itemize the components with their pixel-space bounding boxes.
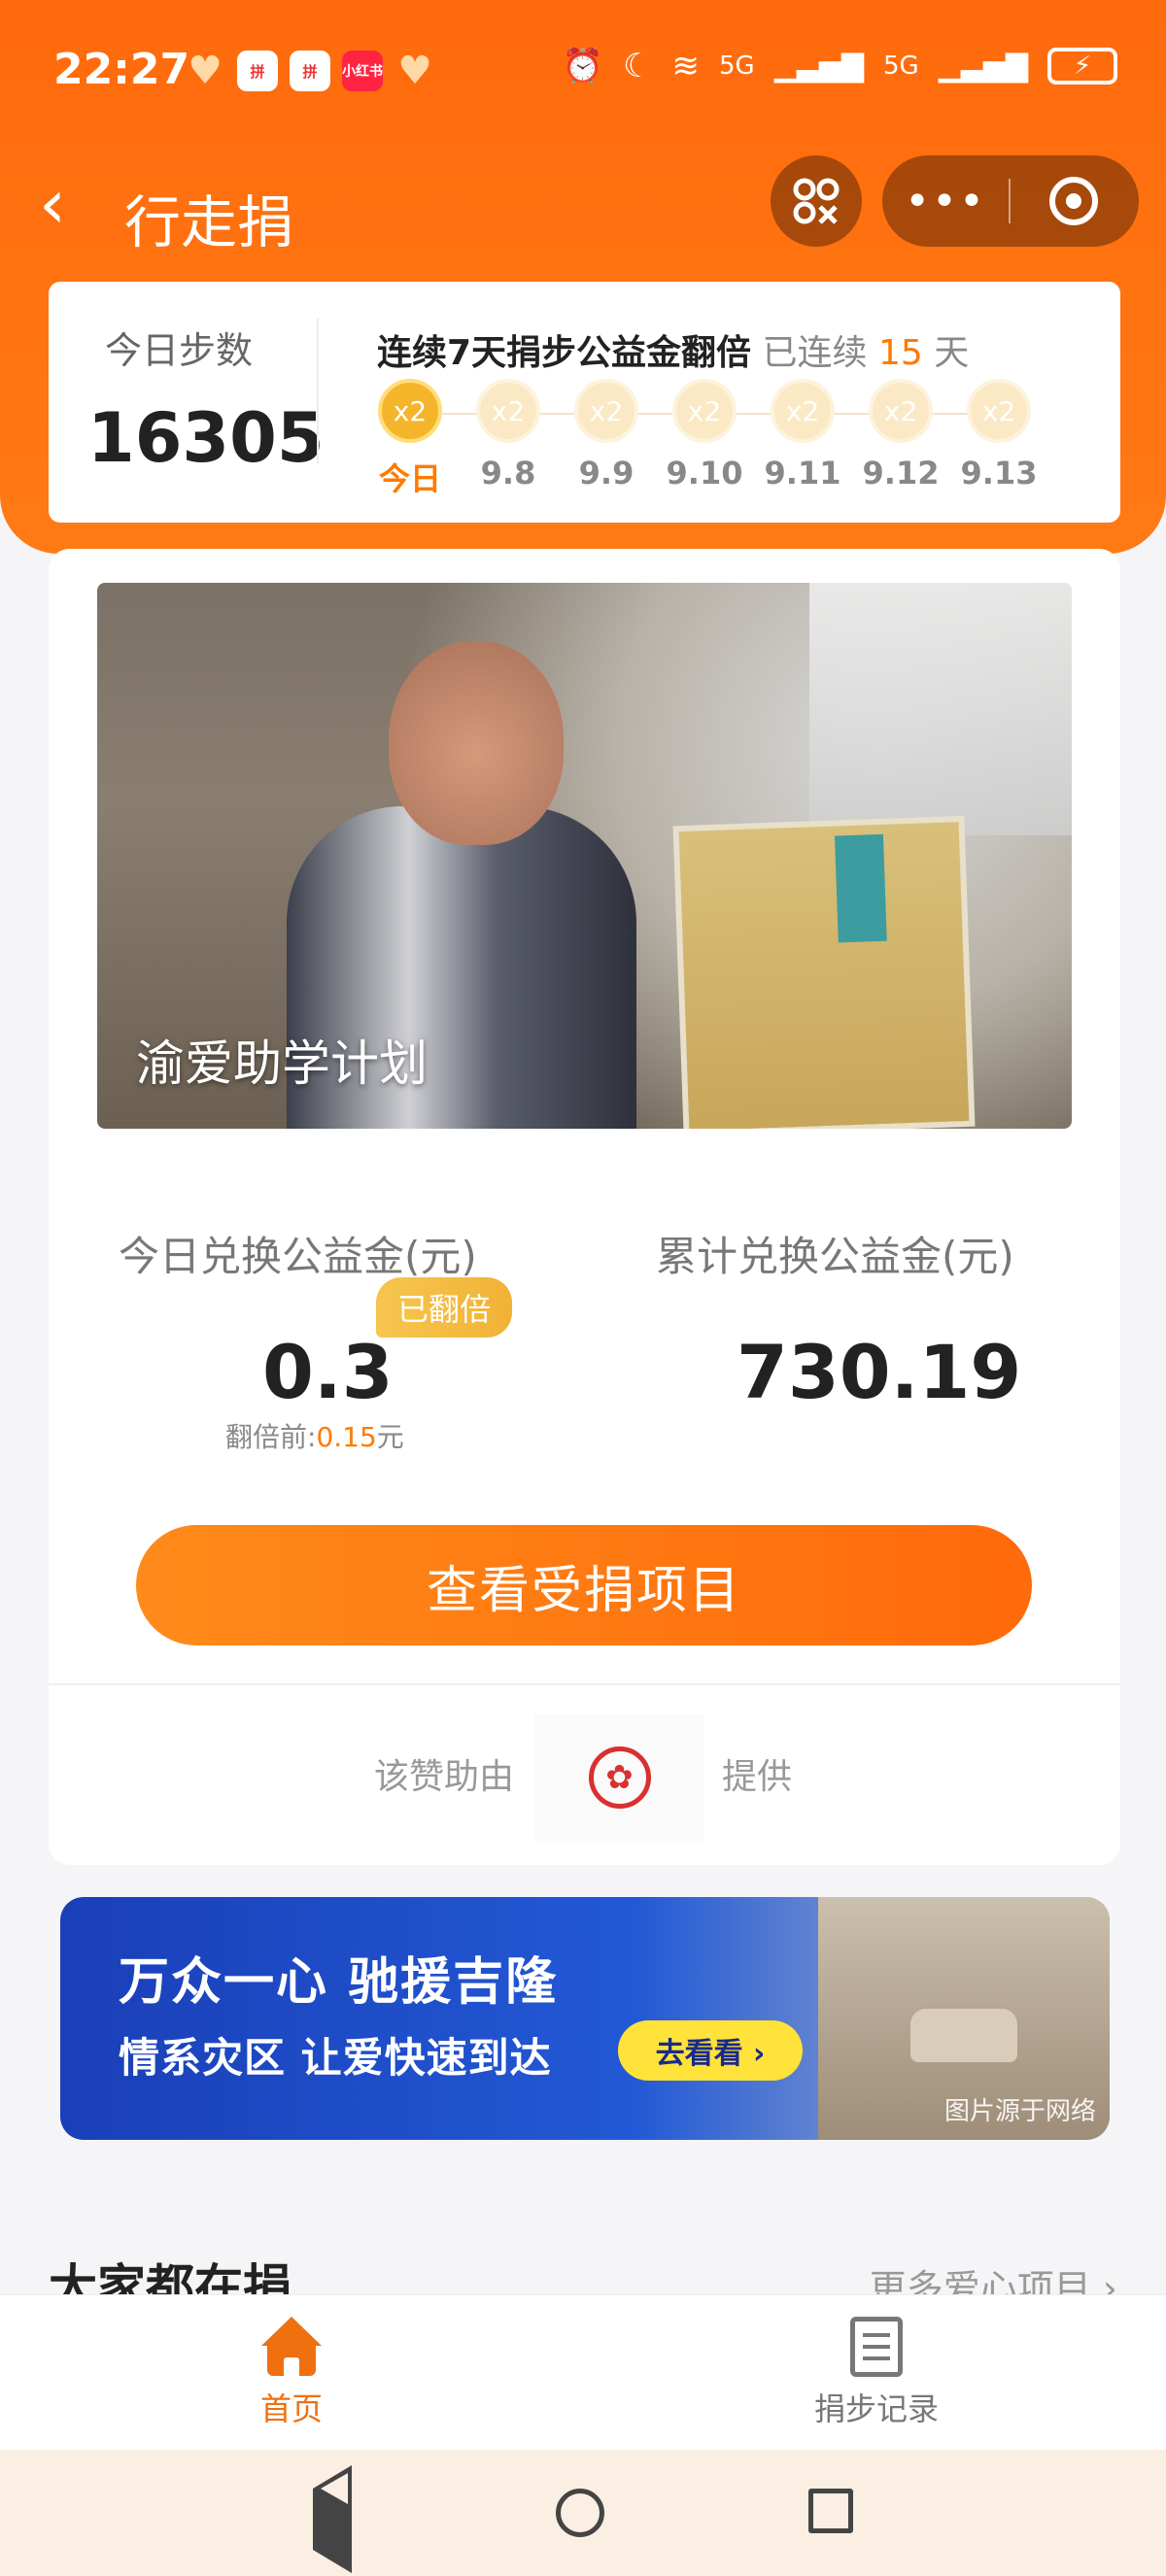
charity-emblem-icon: ✿	[588, 1746, 651, 1809]
status-bar: 22:27 ♥ 拼 拼 小红书 ♥ ⏰ ☾ ≋ 5G ▁▃▅▇ 5G ▁▃▅▇ …	[0, 0, 1166, 146]
streak-day-label: 9.12	[862, 455, 940, 491]
xiaohongshu-icon: 小红书	[342, 51, 383, 91]
streak-day-label: 今日	[378, 460, 441, 497]
tab-home-label: 首页	[259, 2390, 323, 2427]
streak-days-row: x2 今日 x2 9.8 x2 9.9 x2 9.10 x2 9.11 x2 9…	[377, 379, 1084, 497]
heart-app-icon: ♥	[188, 49, 223, 93]
before-double-unit: 元	[376, 1421, 404, 1453]
sponsor-prefix: 该赞助由	[374, 1757, 515, 1797]
before-double-prefix: 翻倍前:	[225, 1421, 317, 1453]
signal-5g-icon: 5G	[719, 51, 755, 81]
signal-bars-icon: ▁▃▅▇	[938, 49, 1028, 84]
status-time: 22:27	[53, 45, 190, 94]
back-triangle-icon	[313, 2465, 352, 2573]
double-coin-icon: x2	[476, 379, 540, 443]
streak-prefix: 已连续	[762, 333, 868, 373]
banner-source-note: 图片源于网络	[943, 2097, 1096, 2126]
double-coin-icon: x2	[672, 379, 737, 443]
streak-days: 15	[877, 333, 923, 373]
system-back-button[interactable]	[313, 2465, 352, 2573]
today-points-value: 0.3	[262, 1329, 394, 1415]
notification-icons: ♥ 拼 拼 小红书 ♥	[185, 49, 435, 93]
close-miniapp-button[interactable]	[1011, 177, 1137, 225]
today-points-label: 今日兑换公益金(元)	[119, 1233, 477, 1280]
total-points-label: 累计兑换公益金(元)	[656, 1233, 1014, 1280]
home-icon	[261, 2317, 322, 2377]
back-chevron-icon[interactable]: ‹	[39, 170, 66, 238]
tab-bar: 首页 捐步记录	[0, 2294, 1166, 2450]
double-coin-icon: x2	[378, 379, 442, 443]
steps-divider	[317, 319, 319, 464]
page-title: 行走捐	[124, 189, 294, 255]
banner-car-image	[910, 2009, 1017, 2062]
sponsor-row: 该赞助由 ✿ 提供	[49, 1710, 1120, 1841]
sponsor-divider	[49, 1683, 1120, 1685]
system-icons: ⏰ ☾ ≋ 5G ▁▃▅▇ 5G ▁▃▅▇ ⚡	[563, 47, 1117, 85]
banner-headline: 万众一心 驰援吉隆	[119, 1953, 559, 2012]
signal-5g-icon: 5G	[883, 51, 919, 81]
relief-banner[interactable]: 万众一心 驰援吉隆 情系灾区 让爱快速到达 去看看 › 图片源于网络	[60, 1897, 1110, 2140]
miniapp-capsule: •••	[882, 155, 1139, 247]
pinduoduo-icon: 拼	[237, 51, 278, 91]
double-coin-icon: x2	[574, 379, 638, 443]
streak-day: x2 9.10	[656, 379, 753, 491]
banner-subline: 情系灾区 让爱快速到达	[119, 2034, 552, 2082]
before-double-note: 翻倍前:0.15元	[225, 1416, 404, 1455]
streak-title: 连续7天捐步公益金翻倍	[377, 333, 752, 373]
tab-home[interactable]: 首页	[175, 2317, 408, 2429]
recents-square-icon	[808, 2489, 853, 2533]
total-points-value: 730.19	[737, 1329, 1022, 1415]
before-double-value: 0.15	[316, 1421, 377, 1453]
nav-bar: ‹ 行走捐 •••	[0, 155, 1166, 255]
streak-unit: 天	[934, 333, 970, 373]
battery-charging-icon: ⚡	[1047, 48, 1117, 85]
double-coin-icon: x2	[869, 379, 933, 443]
project-caption: 渝爱助学计划	[136, 1035, 428, 1092]
doubled-badge: 已翻倍	[376, 1277, 512, 1338]
pinduoduo-icon: 拼	[290, 51, 330, 91]
photo-child-head	[389, 641, 564, 845]
streak-day: x2 9.8	[460, 379, 557, 491]
streak-day: x2 9.11	[754, 379, 851, 491]
streak-day: x2 9.12	[852, 379, 949, 491]
banner-go-button[interactable]: 去看看 ›	[618, 2020, 803, 2081]
system-recents-button[interactable]	[808, 2489, 853, 2533]
more-options-button[interactable]: •••	[882, 177, 1009, 226]
streak-day-label: 9.8	[480, 455, 536, 491]
system-home-button[interactable]	[556, 2489, 604, 2537]
streak-day-label: 9.9	[578, 455, 634, 491]
heart-app-icon: ♥	[397, 49, 432, 93]
streak-day: x2 9.9	[558, 379, 655, 491]
alarm-icon: ⏰	[562, 47, 604, 85]
streak-day: x2 今日	[361, 379, 459, 499]
scan-icon	[793, 178, 840, 224]
project-photo[interactable]: 渝爱助学计划	[97, 583, 1072, 1129]
streak-day-label: 9.10	[666, 455, 743, 491]
home-circle-icon	[556, 2489, 604, 2537]
double-coin-icon: x2	[771, 379, 835, 443]
streak-day-label: 9.13	[960, 455, 1038, 491]
view-projects-button[interactable]: 查看受捐项目	[136, 1525, 1032, 1645]
moon-icon: ☾	[623, 47, 653, 85]
steps-label: 今日步数	[105, 329, 254, 372]
donation-card: 渝爱助学计划 今日兑换公益金(元) 0.3 已翻倍 翻倍前:0.15元 累计兑换…	[49, 549, 1120, 1865]
photo-background-wall	[809, 583, 1072, 835]
signal-bars-icon: ▁▃▅▇	[773, 49, 864, 84]
wifi-icon: ≋	[671, 47, 701, 85]
records-list-icon	[850, 2317, 903, 2377]
streak-header: 连续7天捐步公益金翻倍 已连续 15 天	[377, 324, 969, 375]
photo-box	[672, 815, 976, 1129]
target-icon	[1049, 177, 1098, 225]
sponsor-logo[interactable]: ✿	[534, 1714, 704, 1841]
system-navigation-bar	[0, 2450, 1166, 2576]
scan-button[interactable]	[771, 155, 862, 247]
steps-count: 16305	[87, 398, 325, 478]
double-coin-icon: x2	[967, 379, 1031, 443]
streak-day: x2 9.13	[950, 379, 1047, 491]
sponsor-suffix: 提供	[722, 1757, 793, 1797]
streak-day-label: 9.11	[764, 455, 841, 491]
steps-card: 今日步数 16305 连续7天捐步公益金翻倍 已连续 15 天 x2 今日 x2…	[49, 282, 1120, 523]
tab-records[interactable]: 捐步记录	[760, 2317, 993, 2429]
tab-records-label: 捐步记录	[813, 2390, 939, 2427]
